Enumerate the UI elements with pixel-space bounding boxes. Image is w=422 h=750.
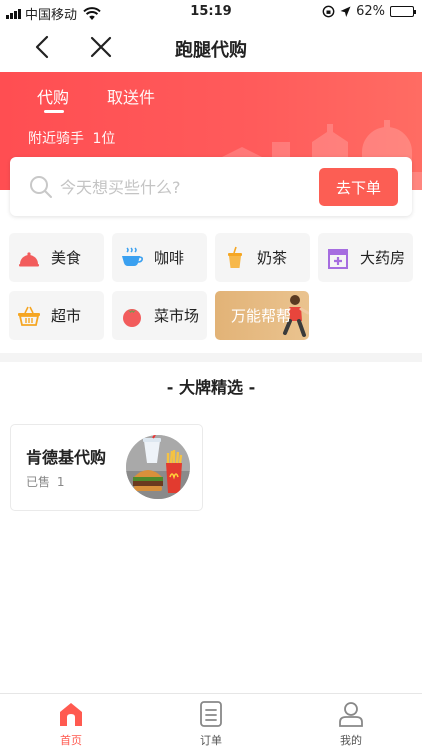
- brand-sold-count: 已售 1: [26, 473, 64, 490]
- category-label: 菜市场: [154, 307, 200, 325]
- milk-tea-icon: [228, 246, 242, 268]
- pharmacy-icon: [328, 248, 348, 269]
- tab-home[interactable]: 首页: [31, 700, 111, 748]
- page-title: 跑腿代购: [175, 40, 247, 61]
- active-tab-indicator: [44, 110, 64, 113]
- user-icon: [339, 702, 363, 727]
- sold-label: 已售: [26, 475, 51, 489]
- category-pharmacy[interactable]: 大药房: [318, 233, 413, 282]
- sold-number: 1: [56, 475, 65, 489]
- brand-card-kfc[interactable]: 肯德基代购 已售 1: [10, 424, 203, 511]
- tab-label: 订单: [200, 734, 222, 747]
- order-list-icon: [200, 701, 222, 727]
- riders-count: 1位: [92, 131, 116, 147]
- category-label: 万能帮帮: [231, 307, 292, 325]
- bottom-tab-bar: 首页 订单 我的: [0, 693, 422, 750]
- nav-bar: 跑腿代购: [0, 24, 422, 72]
- status-bar: 中国移动 15:19 62%: [0, 0, 422, 24]
- tab-label: 首页: [60, 734, 82, 747]
- coffee-icon: [122, 246, 143, 266]
- tab-orders[interactable]: 订单: [171, 700, 251, 748]
- category-label: 咖啡: [154, 249, 185, 267]
- brand-name: 肯德基代购: [26, 448, 107, 467]
- tab-label: 我的: [340, 734, 362, 747]
- category-coffee[interactable]: 咖啡: [112, 233, 207, 282]
- search-card: 去下单: [10, 157, 412, 216]
- nearby-riders: 附近骑手 1位: [28, 128, 115, 148]
- place-order-button[interactable]: 去下单: [319, 168, 398, 206]
- category-label: 奶茶: [257, 249, 288, 267]
- search-input[interactable]: [60, 172, 310, 202]
- section-divider: [0, 353, 422, 362]
- category-market[interactable]: 菜市场: [112, 291, 207, 340]
- category-label: 美食: [51, 249, 82, 267]
- back-arrow-icon[interactable]: [30, 34, 56, 60]
- basket-icon: [18, 306, 40, 326]
- battery-percent: 62%: [356, 4, 385, 19]
- rotation-lock-icon: [322, 5, 335, 18]
- close-icon[interactable]: [88, 34, 114, 60]
- status-right: 62%: [322, 4, 416, 19]
- tab-profile[interactable]: 我的: [311, 700, 391, 748]
- category-supermarket[interactable]: 超市: [9, 291, 104, 340]
- category-helper[interactable]: 万能帮帮: [215, 291, 309, 340]
- category-label: 大药房: [360, 249, 406, 267]
- tab-buy[interactable]: 代购: [37, 84, 69, 108]
- tomato-icon: [123, 308, 141, 327]
- riders-label: 附近骑手: [28, 131, 84, 147]
- battery-icon: [390, 6, 416, 17]
- search-icon: [30, 176, 52, 198]
- category-label: 超市: [51, 307, 82, 325]
- category-milk-tea[interactable]: 奶茶: [215, 233, 310, 282]
- brands-section-title: - 大牌精选 -: [166, 378, 256, 397]
- tab-delivery[interactable]: 取送件: [107, 84, 155, 108]
- burger-meal-image: [126, 435, 190, 499]
- cloche-icon: [19, 251, 39, 266]
- home-icon: [60, 703, 82, 726]
- category-food[interactable]: 美食: [9, 233, 104, 282]
- location-icon: [340, 6, 351, 17]
